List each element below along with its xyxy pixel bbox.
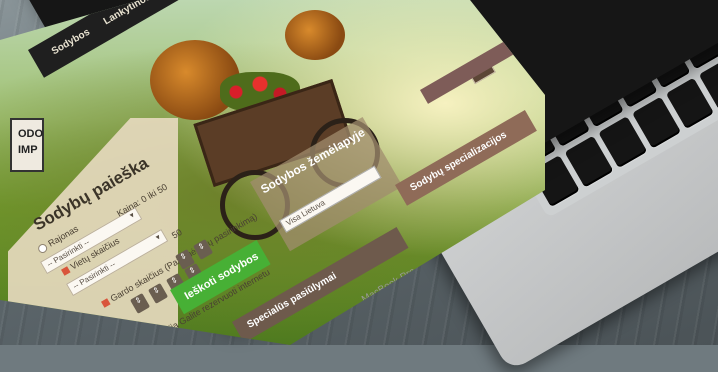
logo-text-line2: IMP: [18, 144, 38, 156]
autumn-tree: [285, 10, 345, 60]
logo-text-line1: ODO: [18, 128, 44, 140]
logo: ODO IMP: [10, 118, 44, 172]
chevron-down-icon: ▾: [153, 232, 162, 243]
